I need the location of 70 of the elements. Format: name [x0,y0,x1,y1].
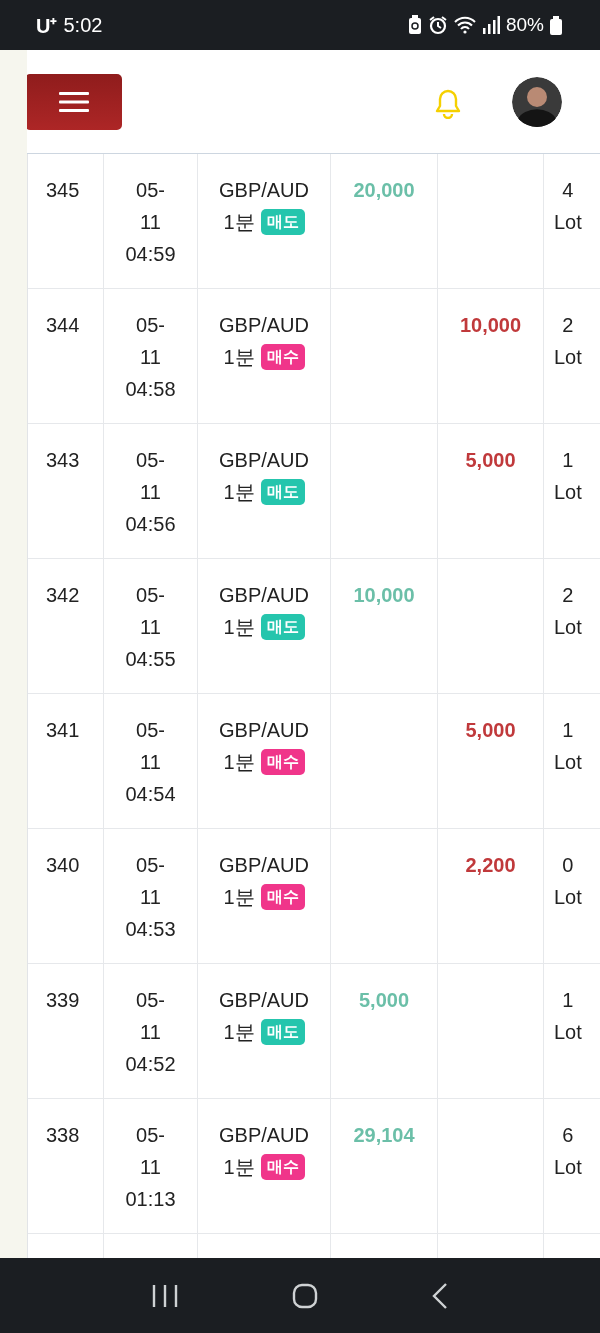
period-label: 1분 [223,1155,255,1180]
trade-time: 05- 11 04:56 [125,448,176,537]
trade-time: 05- 11 04:58 [125,313,176,402]
currency-pair: GBP/AUD [219,178,309,203]
signal-icon [481,16,500,34]
lot-size: 6 Lot [554,1123,582,1180]
currency-pair: GBP/AUD [219,718,309,743]
trade-number: 342 [46,583,80,608]
profit-amount: 10,000 [353,583,415,608]
lot-size: 4 Lot [554,178,582,235]
trade-time: 05- 11 04:55 [125,583,176,672]
lot-size: 1 Lot [554,988,582,1045]
alarm-icon [427,15,448,35]
period-label: 1분 [223,750,255,775]
trade-number: 338 [46,1123,80,1148]
loss-amount: 5,000 [465,718,516,743]
trade-number: 344 [46,313,80,338]
battery-percent: 80% [505,14,544,36]
home-icon[interactable] [292,1282,318,1309]
battery-icon [550,15,562,35]
side-badge: 매수 [260,884,305,910]
carrier-label: U⁺ [36,13,58,39]
trade-number: 340 [46,853,80,878]
currency-pair: GBP/AUD [219,988,309,1013]
currency-pair: GBP/AUD [219,1123,309,1148]
period-label: 1분 [223,345,255,370]
trade-number: 341 [46,718,80,743]
status-time: 5:02 [63,13,103,37]
side-badge: 매수 [260,344,305,370]
currency-pair: GBP/AUD [219,448,309,473]
lot-size: 0 Lot [554,853,582,910]
trade-time: 05- 11 04:52 [125,988,176,1077]
loss-amount: 5,000 [465,448,516,473]
side-badge: 매도 [260,1019,305,1045]
lot-size: 1 Lot [554,448,582,505]
wifi-icon [453,16,476,34]
profit-amount: 5,000 [358,988,410,1013]
profit-amount: 20,000 [353,178,415,203]
period-label: 1분 [223,885,255,910]
trade-time: 05- 11 04:59 [125,178,176,267]
loss-amount: 10,000 [459,313,522,338]
lot-size: 1 Lot [554,718,582,775]
profit-amount: 29,104 [353,1123,415,1148]
avatar[interactable] [512,76,562,127]
menu-button[interactable] [27,73,122,130]
side-badge: 매수 [260,749,305,775]
trade-number: 339 [46,988,80,1013]
side-badge: 매도 [260,614,305,640]
period-label: 1분 [223,480,255,505]
currency-pair: GBP/AUD [219,583,309,608]
trade-time: 05- 11 01:13 [125,1123,176,1212]
loss-amount: 2,200 [465,853,516,878]
recent-apps-icon[interactable] [152,1283,178,1308]
trade-time: 05- 11 04:53 [125,853,176,942]
back-icon[interactable] [432,1282,448,1309]
side-badge: 매수 [260,1154,305,1180]
battery-saver-icon [407,15,422,35]
lot-size: 2 Lot [554,583,582,640]
trade-time: 05- 11 04:54 [125,718,176,807]
period-label: 1분 [223,1020,255,1045]
period-label: 1분 [223,615,255,640]
menu-icon [58,91,89,112]
lot-size: 2 Lot [554,313,582,370]
side-badge: 매도 [260,479,305,505]
side-badge: 매도 [260,209,305,235]
currency-pair: GBP/AUD [219,313,309,338]
trade-number: 343 [46,448,80,473]
period-label: 1분 [223,210,255,235]
currency-pair: GBP/AUD [219,853,309,878]
trade-number: 345 [46,178,80,203]
